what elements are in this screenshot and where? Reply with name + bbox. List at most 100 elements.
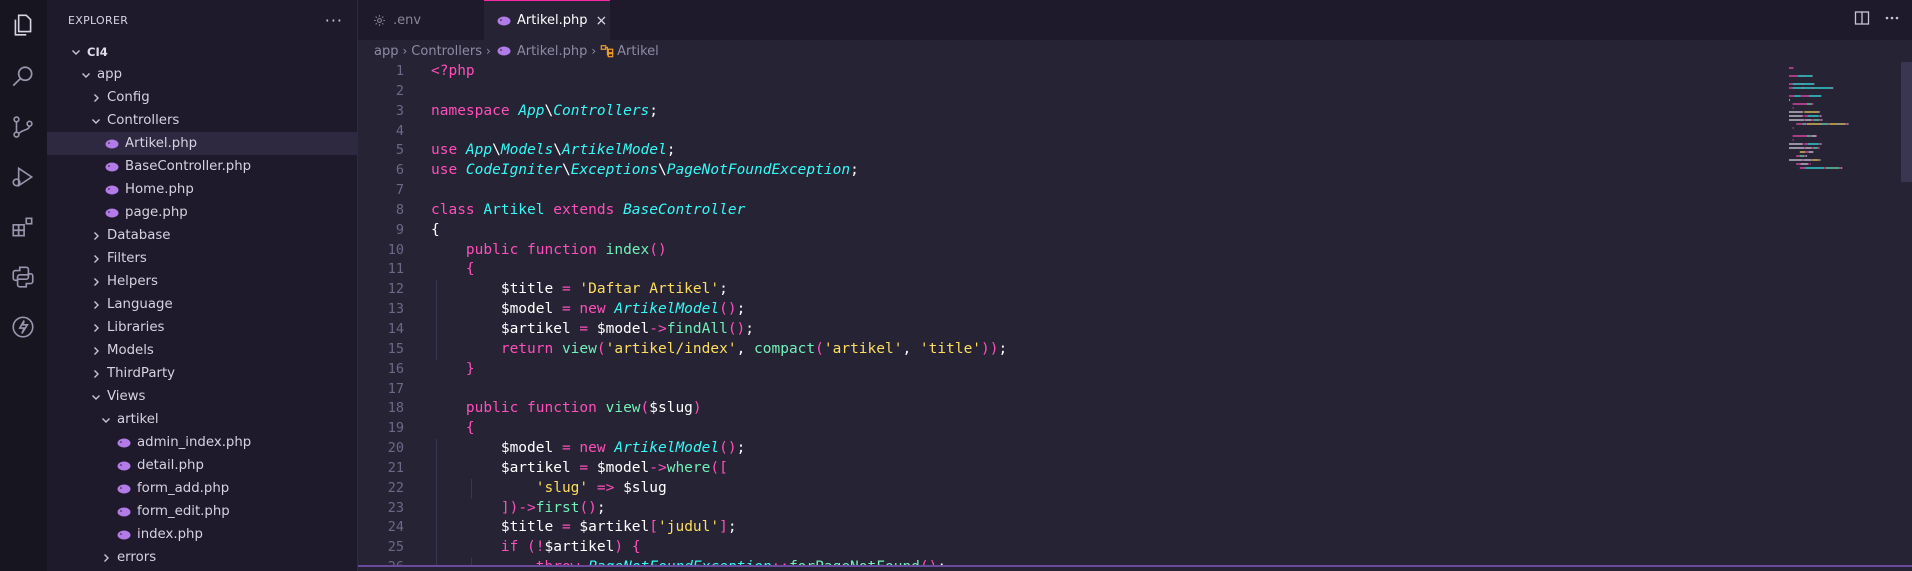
search-icon[interactable] xyxy=(8,62,38,92)
line-number: 10 xyxy=(387,241,404,258)
breadcrumb-controllers[interactable]: Controllers xyxy=(411,44,482,59)
more-actions-icon[interactable] xyxy=(1884,10,1900,30)
minimap-line xyxy=(1808,95,1822,97)
code-line: 6 use CodeIgniter\Exceptions\PageNotFound… xyxy=(358,161,1912,181)
folder-item[interactable]: Libraries xyxy=(47,316,357,339)
code-token: ; xyxy=(736,301,746,318)
breadcrumb-symbol[interactable]: Artikel xyxy=(617,44,659,59)
folder-item[interactable]: Language xyxy=(47,293,357,316)
minimap-line xyxy=(1812,87,1814,89)
code-text: { xyxy=(431,260,475,280)
folder-item[interactable]: Config xyxy=(47,86,357,109)
code-token: \ xyxy=(553,142,562,159)
folder-item[interactable]: Helpers xyxy=(47,270,357,293)
code-line: 12 $title = 'Daftar Artikel'; xyxy=(358,280,1912,301)
code-token: -> xyxy=(518,499,536,516)
minimap[interactable] xyxy=(1789,62,1869,242)
code-text: class Artikel extends BaseController xyxy=(431,201,745,221)
php-elephant-icon xyxy=(117,438,131,448)
folder-item[interactable]: errors xyxy=(47,546,357,569)
lightning-icon[interactable] xyxy=(8,312,38,342)
split-editor-icon[interactable] xyxy=(1854,10,1870,30)
code-line: 22 'slug' => $slug xyxy=(358,478,1912,499)
code-token: public function xyxy=(465,400,606,417)
folder-item[interactable]: ThirdParty xyxy=(47,362,357,385)
file-item[interactable]: BaseController.php xyxy=(47,155,357,178)
folder-item[interactable]: Models xyxy=(47,339,357,362)
minimap-line xyxy=(1845,123,1848,125)
code-line: 4 xyxy=(358,122,1912,142)
breadcrumb-app[interactable]: app xyxy=(374,44,398,59)
file-item[interactable]: page.php xyxy=(47,201,357,224)
folder-item[interactable]: artikel xyxy=(47,408,357,431)
code-token: ArtikelModel xyxy=(561,142,667,159)
tab-env-label: .env xyxy=(393,12,422,28)
code-token: $slug xyxy=(623,479,667,496)
minimap-line xyxy=(1837,123,1840,125)
line-number: 12 xyxy=(387,281,404,298)
code-token: ) xyxy=(614,539,624,556)
code-line: 3 namespace App\Controllers; xyxy=(358,102,1912,122)
close-icon[interactable]: × xyxy=(596,13,608,29)
scrollbar[interactable] xyxy=(1901,62,1912,182)
code-token: [ xyxy=(649,519,658,536)
minimap-line xyxy=(1789,147,1805,149)
code-token: App xyxy=(518,102,545,119)
php-elephant-icon xyxy=(117,484,131,494)
code-token: , xyxy=(736,340,755,357)
file-item[interactable]: index.php xyxy=(47,523,357,546)
minimap-line xyxy=(1804,143,1808,145)
code-token: 'artikel' xyxy=(823,340,903,357)
code-editor[interactable]: 1 <?php 2 3 namespace App\Controllers; 4 5 use … xyxy=(358,62,1912,566)
python-icon[interactable] xyxy=(8,262,38,292)
editor-actions xyxy=(1854,10,1900,30)
minimap-line xyxy=(1811,135,1816,137)
code-text: $model = new ArtikelModel(); xyxy=(431,300,745,320)
code-token: $title xyxy=(431,281,562,298)
minimap-line xyxy=(1813,147,1818,149)
tab-artikel[interactable]: Artikel.php × xyxy=(484,0,610,40)
code-token: ( xyxy=(815,340,824,357)
code-line: 21 $artikel = $model->where([ xyxy=(358,458,1912,479)
more-actions-icon[interactable]: ··· xyxy=(325,11,343,30)
file-item[interactable]: admin_index.php xyxy=(47,431,357,454)
source-control-icon[interactable] xyxy=(8,112,38,142)
file-item[interactable]: detail.php xyxy=(47,454,357,477)
code-token: ; xyxy=(596,499,606,516)
minimap-line xyxy=(1800,95,1809,97)
folder-item[interactable]: Controllers xyxy=(47,109,357,132)
minimap-line xyxy=(1820,123,1823,125)
chevron-right-icon xyxy=(89,229,103,243)
folder-item[interactable]: Views xyxy=(47,385,357,408)
folder-item[interactable]: Database xyxy=(47,224,357,247)
file-item[interactable]: Artikel.php xyxy=(47,132,357,155)
run-debug-icon[interactable] xyxy=(8,162,38,192)
code-token: () xyxy=(579,499,597,516)
breadcrumb-file[interactable]: Artikel.php xyxy=(517,44,588,59)
code-token: ! xyxy=(535,539,545,556)
file-item[interactable]: form_add.php xyxy=(47,477,357,500)
code-token: $model xyxy=(588,459,650,476)
minimap-line xyxy=(1804,155,1807,157)
folder-item[interactable]: Filters xyxy=(47,247,357,270)
chevron-right-icon xyxy=(89,367,103,381)
extensions-icon[interactable] xyxy=(8,212,38,242)
tab-env[interactable]: .env xyxy=(358,0,484,40)
workspace-root[interactable]: CI4 xyxy=(47,40,357,63)
code-token: Models xyxy=(500,142,554,159)
code-token: $artikel xyxy=(544,539,615,556)
minimap-line xyxy=(1806,155,1808,157)
code-token: = xyxy=(561,281,571,298)
tree-item-label: Controllers xyxy=(107,113,180,128)
code-text: 'slug' => $slug xyxy=(431,479,667,499)
folder-item[interactable]: app xyxy=(47,63,357,86)
code-token: use xyxy=(431,162,466,179)
minimap-line xyxy=(1839,167,1842,169)
file-item[interactable]: form_edit.php xyxy=(47,500,357,523)
code-text: $artikel = $model->findAll(); xyxy=(431,320,754,340)
code-token: ; xyxy=(736,440,746,457)
file-item[interactable]: Home.php xyxy=(47,178,357,201)
line-number: 20 xyxy=(387,440,404,457)
files-icon[interactable] xyxy=(8,10,38,40)
